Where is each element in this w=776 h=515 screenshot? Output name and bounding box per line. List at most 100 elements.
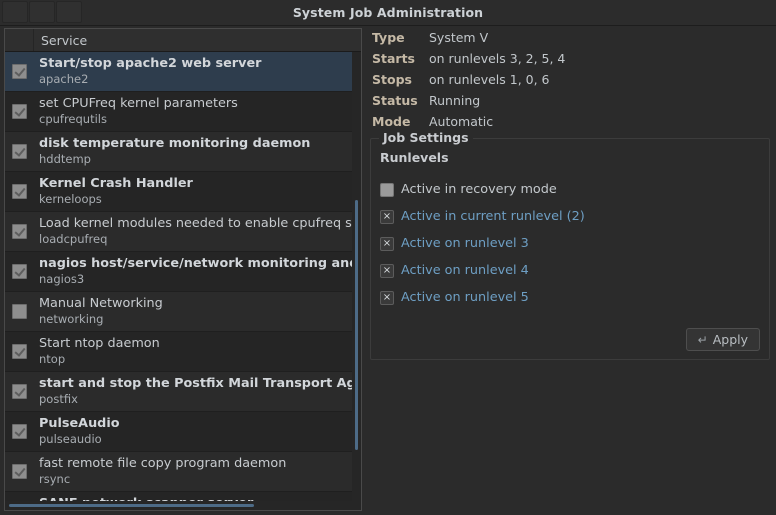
- service-name: postfix: [39, 392, 78, 406]
- service-name: apache2: [39, 72, 89, 86]
- row-checkbox-cell[interactable]: [5, 264, 34, 279]
- checkbox-checked-icon[interactable]: ×: [380, 209, 394, 224]
- service-description: set CPUFreq kernel parameters: [39, 96, 238, 111]
- checkbox-checked-icon[interactable]: [12, 264, 27, 279]
- column-header-checkbox[interactable]: [5, 29, 34, 51]
- runlevel-row[interactable]: × Active on runlevel 3: [380, 230, 760, 257]
- table-row[interactable]: Start/stop apache2 web server apache2: [5, 52, 361, 92]
- apply-button-label: Apply: [712, 332, 748, 347]
- detail-label: Type: [372, 30, 405, 45]
- service-description: Load kernel modules needed to enable cpu…: [39, 216, 352, 231]
- detail-value: on runlevels 3, 2, 5, 4: [429, 51, 566, 66]
- vertical-scrollbar[interactable]: [352, 52, 361, 510]
- checkbox-checked-icon[interactable]: [12, 104, 27, 119]
- row-text-cell: Start/stop apache2 web server apache2: [34, 56, 361, 87]
- runlevel-label[interactable]: Active in current runlevel (2): [401, 209, 585, 224]
- table-row[interactable]: fast remote file copy program daemon rsyn…: [5, 452, 361, 492]
- runlevel-row[interactable]: Active in recovery mode: [380, 176, 760, 203]
- row-text-cell: nagios host/service/network monitoring a…: [34, 256, 361, 287]
- checkbox-checked-icon[interactable]: [12, 184, 27, 199]
- table-row[interactable]: Start ntop daemon ntop: [5, 332, 361, 372]
- row-checkbox-cell[interactable]: [5, 464, 34, 479]
- runlevel-label[interactable]: Active on runlevel 4: [401, 263, 529, 278]
- row-text-cell: PulseAudio pulseaudio: [34, 416, 361, 447]
- service-description: Kernel Crash Handler: [39, 176, 193, 191]
- row-checkbox-cell[interactable]: [5, 224, 34, 239]
- checkbox-checked-icon[interactable]: [12, 224, 27, 239]
- checkbox-checked-icon[interactable]: [12, 424, 27, 439]
- title-bar: System Job Administration: [0, 0, 776, 26]
- runlevel-checkbox-list: Active in recovery mode × Active in curren…: [380, 176, 760, 311]
- service-description: Start/stop apache2 web server: [39, 56, 262, 71]
- vertical-scrollbar-thumb[interactable]: [355, 200, 358, 450]
- service-list-panel: Service Start/stop apache2 web server apa…: [4, 28, 362, 511]
- service-description: Start ntop daemon: [39, 336, 160, 351]
- table-row[interactable]: disk temperature monitoring daemon hddtem…: [5, 132, 361, 172]
- horizontal-scrollbar[interactable]: [5, 501, 354, 510]
- service-name: hddtemp: [39, 152, 91, 166]
- checkbox-checked-icon[interactable]: [12, 144, 27, 159]
- runlevel-label[interactable]: Active in recovery mode: [401, 182, 557, 197]
- row-checkbox-cell[interactable]: [5, 344, 34, 359]
- runlevel-label[interactable]: Active on runlevel 5: [401, 290, 529, 305]
- row-checkbox-cell[interactable]: [5, 304, 34, 319]
- row-checkbox-cell[interactable]: [5, 424, 34, 439]
- horizontal-scrollbar-thumb[interactable]: [9, 504, 254, 507]
- detail-label: Mode: [372, 114, 411, 129]
- table-row[interactable]: set CPUFreq kernel parameters cpufrequtil…: [5, 92, 361, 132]
- row-text-cell: fast remote file copy program daemon rsyn…: [34, 456, 361, 487]
- row-text-cell: Manual Networking networking: [34, 296, 361, 327]
- service-name: ntop: [39, 352, 66, 366]
- service-name: loadcpufreq: [39, 232, 108, 246]
- table-row[interactable]: Manual Networking networking: [5, 292, 361, 332]
- service-description: fast remote file copy program daemon: [39, 456, 287, 471]
- detail-value: on runlevels 1, 0, 6: [429, 72, 550, 87]
- column-header-service[interactable]: Service: [34, 33, 361, 48]
- service-name: nagios3: [39, 272, 85, 286]
- table-row[interactable]: Kernel Crash Handler kerneloops: [5, 172, 361, 212]
- checkbox-checked-icon[interactable]: ×: [380, 290, 394, 305]
- service-description: Manual Networking: [39, 296, 163, 311]
- detail-value: System V: [429, 30, 489, 45]
- checkbox-unchecked-icon[interactable]: [12, 304, 27, 319]
- row-checkbox-cell[interactable]: [5, 144, 34, 159]
- runlevels-label: Runlevels: [380, 150, 449, 165]
- detail-value: Automatic: [429, 114, 494, 129]
- service-name: kerneloops: [39, 192, 102, 206]
- job-info-grid: Type System V Starts on runlevels 3, 2, 5, …: [372, 28, 772, 132]
- checkbox-checked-icon[interactable]: [12, 384, 27, 399]
- detail-label: Status: [372, 93, 418, 108]
- checkbox-checked-icon[interactable]: ×: [380, 263, 394, 278]
- service-description: nagios host/service/network monitoring a…: [39, 256, 359, 271]
- row-checkbox-cell[interactable]: [5, 64, 34, 79]
- runlevel-label[interactable]: Active on runlevel 3: [401, 236, 529, 251]
- runlevel-row[interactable]: × Active in current runlevel (2): [380, 203, 760, 230]
- checkbox-unchecked-icon[interactable]: [380, 182, 394, 197]
- service-name: networking: [39, 312, 104, 326]
- job-settings-frame: Job Settings Runlevels Active in recover…: [370, 130, 770, 360]
- service-name: pulseaudio: [39, 432, 102, 446]
- row-checkbox-cell[interactable]: [5, 384, 34, 399]
- job-settings-legend: Job Settings: [379, 130, 473, 145]
- detail-value: Running: [429, 93, 481, 108]
- runlevel-row[interactable]: × Active on runlevel 4: [380, 257, 760, 284]
- checkbox-checked-icon[interactable]: [12, 64, 27, 79]
- runlevel-row[interactable]: × Active on runlevel 5: [380, 284, 760, 311]
- table-row[interactable]: PulseAudio pulseaudio: [5, 412, 361, 452]
- service-list-body[interactable]: Start/stop apache2 web server apache2 set …: [5, 52, 361, 510]
- service-name: rsync: [39, 472, 71, 486]
- apply-button[interactable]: ↵ Apply: [685, 328, 760, 351]
- row-checkbox-cell[interactable]: [5, 184, 34, 199]
- service-list-header: Service: [5, 29, 361, 52]
- service-description: PulseAudio: [39, 416, 120, 431]
- table-row[interactable]: Load kernel modules needed to enable cpu…: [5, 212, 361, 252]
- checkbox-checked-icon[interactable]: ×: [380, 236, 394, 251]
- service-name: cpufrequtils: [39, 112, 107, 126]
- row-text-cell: Kernel Crash Handler kerneloops: [34, 176, 361, 207]
- table-row[interactable]: nagios host/service/network monitoring a…: [5, 252, 361, 292]
- table-row[interactable]: start and stop the Postfix Mail Transpor…: [5, 372, 361, 412]
- detail-label: Stops: [372, 72, 412, 87]
- checkbox-checked-icon[interactable]: [12, 344, 27, 359]
- checkbox-checked-icon[interactable]: [12, 464, 27, 479]
- row-checkbox-cell[interactable]: [5, 104, 34, 119]
